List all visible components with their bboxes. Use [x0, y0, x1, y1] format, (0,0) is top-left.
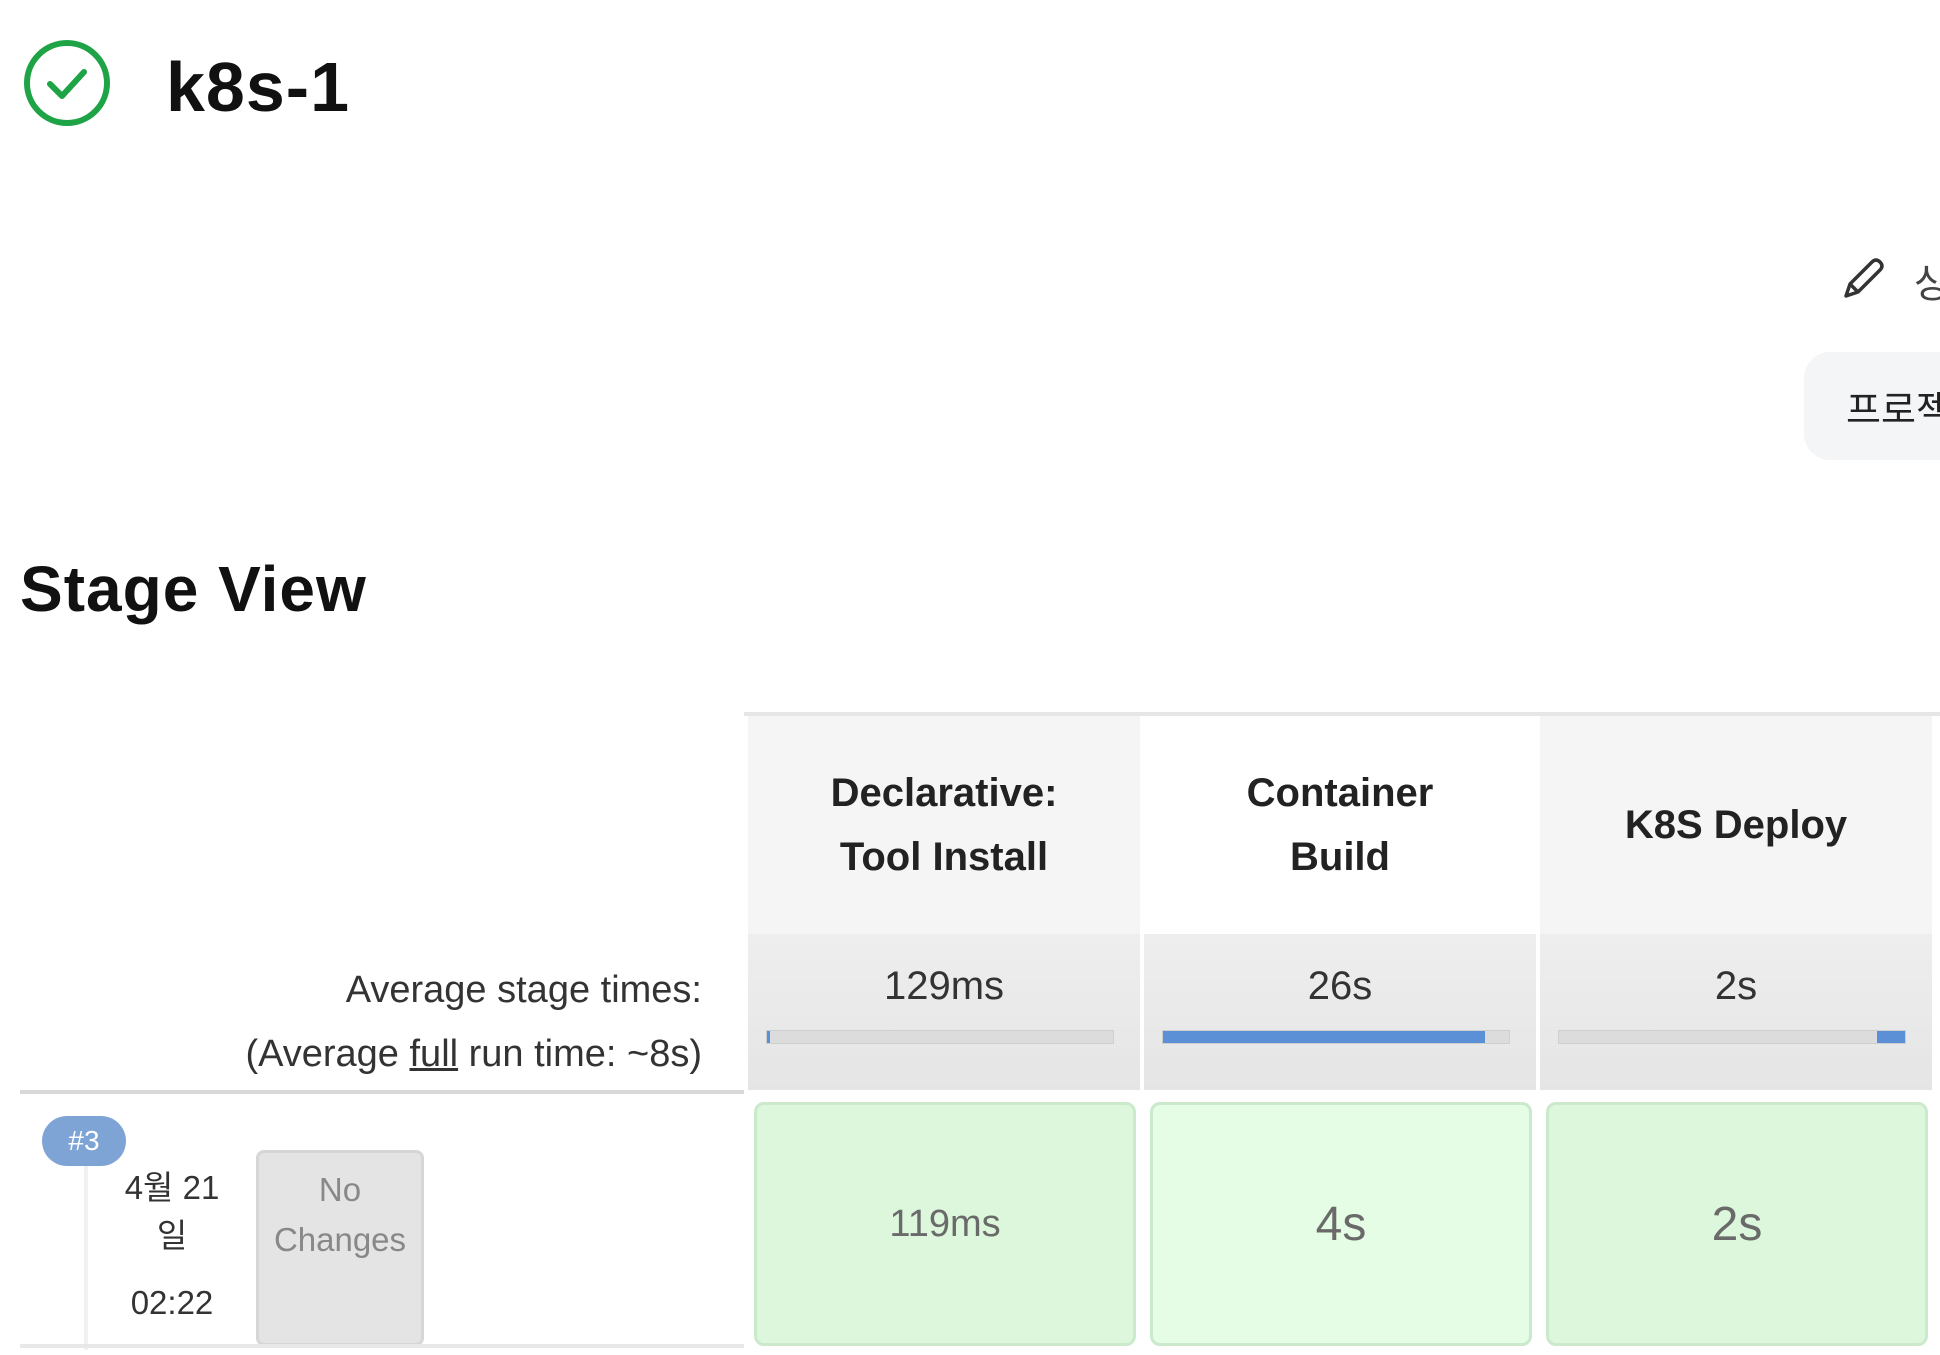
avg-time: 129ms [883, 964, 1005, 1008]
avg-time: 26s [1307, 964, 1373, 1008]
changes-line: No [318, 1171, 362, 1208]
average-stage-times-line: Average stage times: [345, 969, 702, 1011]
edit-description-label: 상 [1914, 262, 1940, 306]
pencil-icon [1844, 258, 1884, 298]
avg-progress-fill [1163, 1031, 1485, 1043]
avg-progress-track [766, 1030, 1114, 1044]
stage-cell-container-build[interactable]: 4s [1150, 1102, 1532, 1346]
build-row-divider [20, 1344, 744, 1348]
build-date-line: 4월 21 [124, 1169, 220, 1206]
stage-header-tool-install[interactable]: Declarative: Tool Install [748, 716, 1140, 934]
job-title: k8s-1 [166, 48, 351, 126]
page: k8s-1 상 프로젝 Stage View Declarative: Tool… [0, 0, 1940, 1355]
build-date-line: 일 [156, 1217, 188, 1254]
average-run-time-line: (Average full run time: ~8s) [20, 1022, 702, 1086]
avg-prefix: (Average [245, 1033, 410, 1075]
avg-progress-fill [767, 1031, 771, 1043]
success-check-icon [24, 40, 110, 126]
avg-cell-container-build: 26s [1144, 934, 1536, 1090]
stage-cell-time: 4s [1315, 1197, 1367, 1251]
stage-cell-tool-install[interactable]: 119ms [754, 1102, 1136, 1346]
stage-view-title: Stage View [20, 553, 367, 625]
stage-header-line: Declarative: [830, 771, 1058, 815]
stage-header-line: Tool Install [839, 835, 1049, 879]
changes-line: Changes [273, 1221, 407, 1258]
changes-box[interactable]: No Changes [256, 1150, 424, 1346]
stage-cell-time: 119ms [889, 1202, 1001, 1245]
avg-cell-tool-install: 129ms [748, 934, 1140, 1090]
avg-progress-track [1162, 1030, 1510, 1044]
avg-progress-fill [1877, 1031, 1905, 1043]
stage-header-k8s-deploy[interactable]: K8S Deploy [1540, 716, 1932, 934]
stage-header-line: Build [1290, 835, 1390, 879]
avg-progress-track [1558, 1030, 1906, 1044]
build-time: 02:22 [130, 1284, 214, 1321]
avg-cell-k8s-deploy: 2s [1540, 934, 1932, 1090]
edit-description-link[interactable]: 상 [1836, 250, 1940, 310]
project-button-label: 프로젝 [1846, 389, 1940, 432]
stage-cell-k8s-deploy[interactable]: 2s [1546, 1102, 1928, 1346]
project-button[interactable]: 프로젝 [1804, 352, 1940, 460]
avg-time: 2s [1714, 964, 1758, 1008]
avg-suffix: run time: ~8s) [458, 1033, 702, 1075]
stage-header-container-build[interactable]: Container Build [1144, 716, 1536, 934]
full-run-time-link[interactable]: full [410, 1033, 459, 1075]
stage-header-line: Container [1246, 771, 1434, 815]
stage-header-line: K8S Deploy [1624, 803, 1848, 847]
stage-cell-time: 2s [1711, 1197, 1763, 1251]
average-stage-times-label: Average stage times: (Average full run t… [20, 958, 702, 1086]
avg-row-divider [20, 1090, 744, 1094]
